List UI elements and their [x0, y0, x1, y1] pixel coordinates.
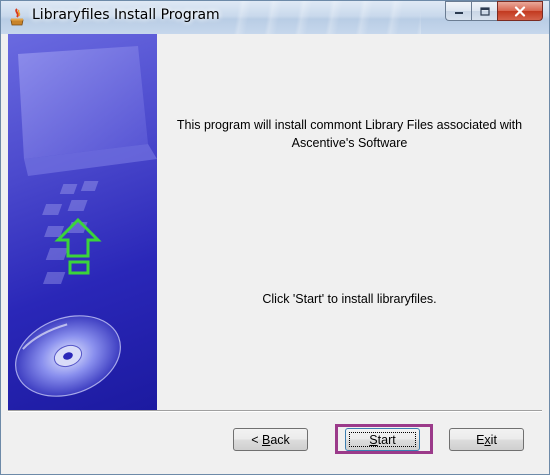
- button-separator: [8, 410, 542, 412]
- start-button[interactable]: Start: [345, 428, 420, 451]
- info-text: This program will install commont Librar…: [176, 118, 523, 150]
- exit-button[interactable]: Ex it: [449, 428, 524, 451]
- title-bar[interactable]: Libraryfiles Install Program: [1, 1, 549, 34]
- side-banner: [8, 34, 157, 410]
- focus-rectangle: [349, 432, 416, 447]
- installer-icon: [10, 8, 24, 26]
- exit-button-rest: it: [490, 432, 497, 447]
- close-button[interactable]: [497, 1, 543, 21]
- window-title: Libraryfiles Install Program: [32, 7, 220, 23]
- maximize-button[interactable]: [471, 1, 497, 21]
- cd-disc-icon: [15, 315, 121, 397]
- back-button-prefix: <: [251, 432, 262, 447]
- content-area: This program will install commont Librar…: [157, 34, 542, 410]
- exit-button-prefix: E: [476, 432, 485, 447]
- maximize-icon: [479, 6, 490, 16]
- back-button[interactable]: < Back: [233, 428, 308, 451]
- back-button-rest: ack: [270, 432, 290, 447]
- installer-window: Libraryfiles Install Program This progra…: [0, 0, 550, 475]
- caption-buttons: [445, 1, 543, 22]
- back-button-mnemonic: B: [261, 432, 271, 447]
- dialog-client-area: This program will install commont Librar…: [8, 34, 542, 470]
- banner-illustration: [15, 46, 157, 397]
- start-hint-text: Click 'Start' to install libraryfiles.: [262, 292, 437, 306]
- close-icon: [514, 5, 526, 17]
- minimize-icon: [454, 12, 463, 14]
- minimize-button[interactable]: [445, 1, 471, 21]
